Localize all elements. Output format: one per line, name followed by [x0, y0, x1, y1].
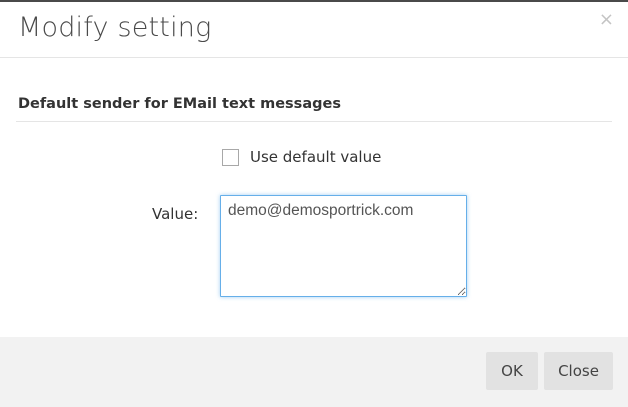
dialog-header: Modify setting ×: [0, 2, 628, 58]
use-default-checkbox[interactable]: [222, 148, 239, 166]
use-default-checkbox-row[interactable]: Use default value: [222, 147, 381, 167]
close-button[interactable]: Close: [544, 352, 613, 390]
setting-heading: Default sender for EMail text messages: [18, 96, 341, 112]
close-icon[interactable]: ×: [599, 11, 614, 29]
ok-button[interactable]: OK: [486, 352, 538, 390]
modify-setting-dialog: Modify setting × Default sender for EMai…: [0, 0, 628, 407]
dialog-title: Modify setting: [18, 12, 212, 43]
value-textarea[interactable]: demo@demosportrick.com: [220, 195, 467, 297]
dialog-footer: OK Close: [0, 337, 628, 407]
value-label: Value:: [152, 205, 199, 223]
use-default-label: Use default value: [250, 148, 382, 166]
section-divider: [16, 121, 612, 122]
